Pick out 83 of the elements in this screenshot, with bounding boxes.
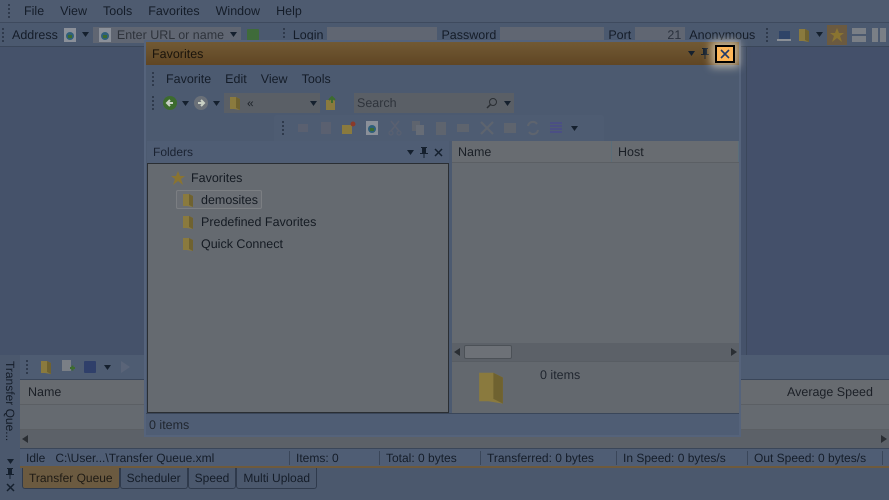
caret-icon [82, 32, 89, 37]
scroll-right-icon[interactable] [881, 435, 887, 443]
caret-icon [310, 100, 317, 106]
view-list-icon[interactable] [548, 120, 564, 136]
save-icon[interactable] [82, 359, 98, 375]
star-icon [170, 170, 186, 186]
tab[interactable]: Speed [188, 468, 236, 489]
copy-icon[interactable] [410, 120, 426, 136]
pin-icon[interactable] [420, 146, 428, 158]
status-text: Items: 0 [290, 450, 380, 464]
menu-item[interactable]: File [18, 4, 50, 18]
caret-icon [104, 364, 111, 370]
folder-icon [38, 359, 54, 375]
address-label: Address [12, 28, 58, 42]
tree-item[interactable]: Predefined Favorites [176, 212, 320, 231]
caret-icon [230, 32, 237, 37]
column-header[interactable]: Name [452, 141, 612, 162]
status-text: In Speed: 0 bytes/s [617, 450, 748, 464]
tree-item[interactable]: Quick Connect [176, 234, 287, 253]
globe-icon [364, 120, 380, 136]
caret-icon [571, 126, 578, 130]
caret-icon [816, 32, 823, 37]
column-header[interactable]: Average Speed [779, 385, 889, 399]
folder-icon [180, 214, 196, 230]
folder-icon [227, 95, 243, 111]
item-count: 0 items [540, 368, 580, 384]
status-text: Transferred: 0 bytes [481, 450, 617, 464]
scrollbar-thumb[interactable] [464, 345, 512, 359]
forward-icon[interactable] [193, 95, 209, 111]
menu-item[interactable]: Favorites [142, 4, 206, 18]
close-icon [720, 48, 730, 58]
close-icon[interactable] [434, 148, 443, 156]
caret-icon [407, 150, 414, 154]
tree-item[interactable]: demosites [176, 190, 262, 209]
menu-item[interactable]: Help [270, 4, 308, 18]
globe-icon [62, 26, 78, 42]
field-label: Password [441, 28, 496, 42]
star-icon[interactable] [827, 24, 847, 44]
tab[interactable]: Transfer Queue [22, 468, 120, 489]
tab[interactable]: Multi Upload [236, 468, 318, 489]
menu-item[interactable]: View [54, 4, 94, 18]
field-label: Port [608, 28, 632, 42]
scroll-left-icon[interactable] [22, 435, 28, 443]
menu-item[interactable]: Window [210, 4, 266, 18]
caret-icon [504, 100, 511, 106]
tree-item[interactable]: Favorites [166, 168, 246, 187]
status-text: 0 items [149, 418, 190, 432]
menu-item[interactable]: Tools [296, 72, 337, 86]
close-icon[interactable] [6, 483, 14, 492]
pin-icon[interactable] [6, 468, 14, 479]
folder-icon [796, 26, 812, 42]
caret-icon [688, 51, 695, 56]
status-text: Total: 0 bytes [380, 450, 481, 464]
scroll-right-icon[interactable] [731, 348, 737, 356]
scroll-left-icon[interactable] [454, 348, 460, 356]
globe-icon [96, 26, 113, 42]
panel-title: Folders [153, 145, 194, 159]
menu-item[interactable]: Tools [97, 4, 138, 18]
new-folder-icon[interactable] [341, 120, 357, 136]
menu-item[interactable]: Edit [219, 72, 253, 86]
side-tab[interactable]: Transfer Que... [3, 361, 17, 442]
vertical-split-icon[interactable] [871, 26, 887, 42]
search-icon [486, 97, 498, 109]
folder-icon [180, 236, 196, 252]
status-text: Idle C:\User...\Transfer Queue.xml [20, 450, 290, 464]
tab[interactable]: Scheduler [120, 468, 188, 489]
horizontal-split-icon[interactable] [851, 26, 867, 42]
path-field[interactable]: « [224, 93, 320, 113]
folder-icon [180, 192, 196, 208]
status-text: Out Speed: 0 bytes/s [748, 450, 883, 464]
column-header[interactable]: Host [612, 141, 739, 162]
menu-item[interactable]: View [254, 72, 294, 86]
go-icon[interactable] [244, 26, 261, 42]
column-header[interactable]: Name [20, 385, 70, 399]
pin-icon[interactable] [701, 48, 709, 59]
close-button[interactable] [715, 44, 735, 62]
back-icon[interactable] [162, 95, 178, 111]
window-title: Favorites [152, 46, 204, 60]
caret-icon [182, 100, 189, 106]
caret-icon [6, 459, 14, 464]
menu-item[interactable]: Favorite [160, 72, 218, 86]
anonymous-label[interactable]: Anonymous [689, 28, 756, 42]
caret-icon [213, 100, 220, 106]
